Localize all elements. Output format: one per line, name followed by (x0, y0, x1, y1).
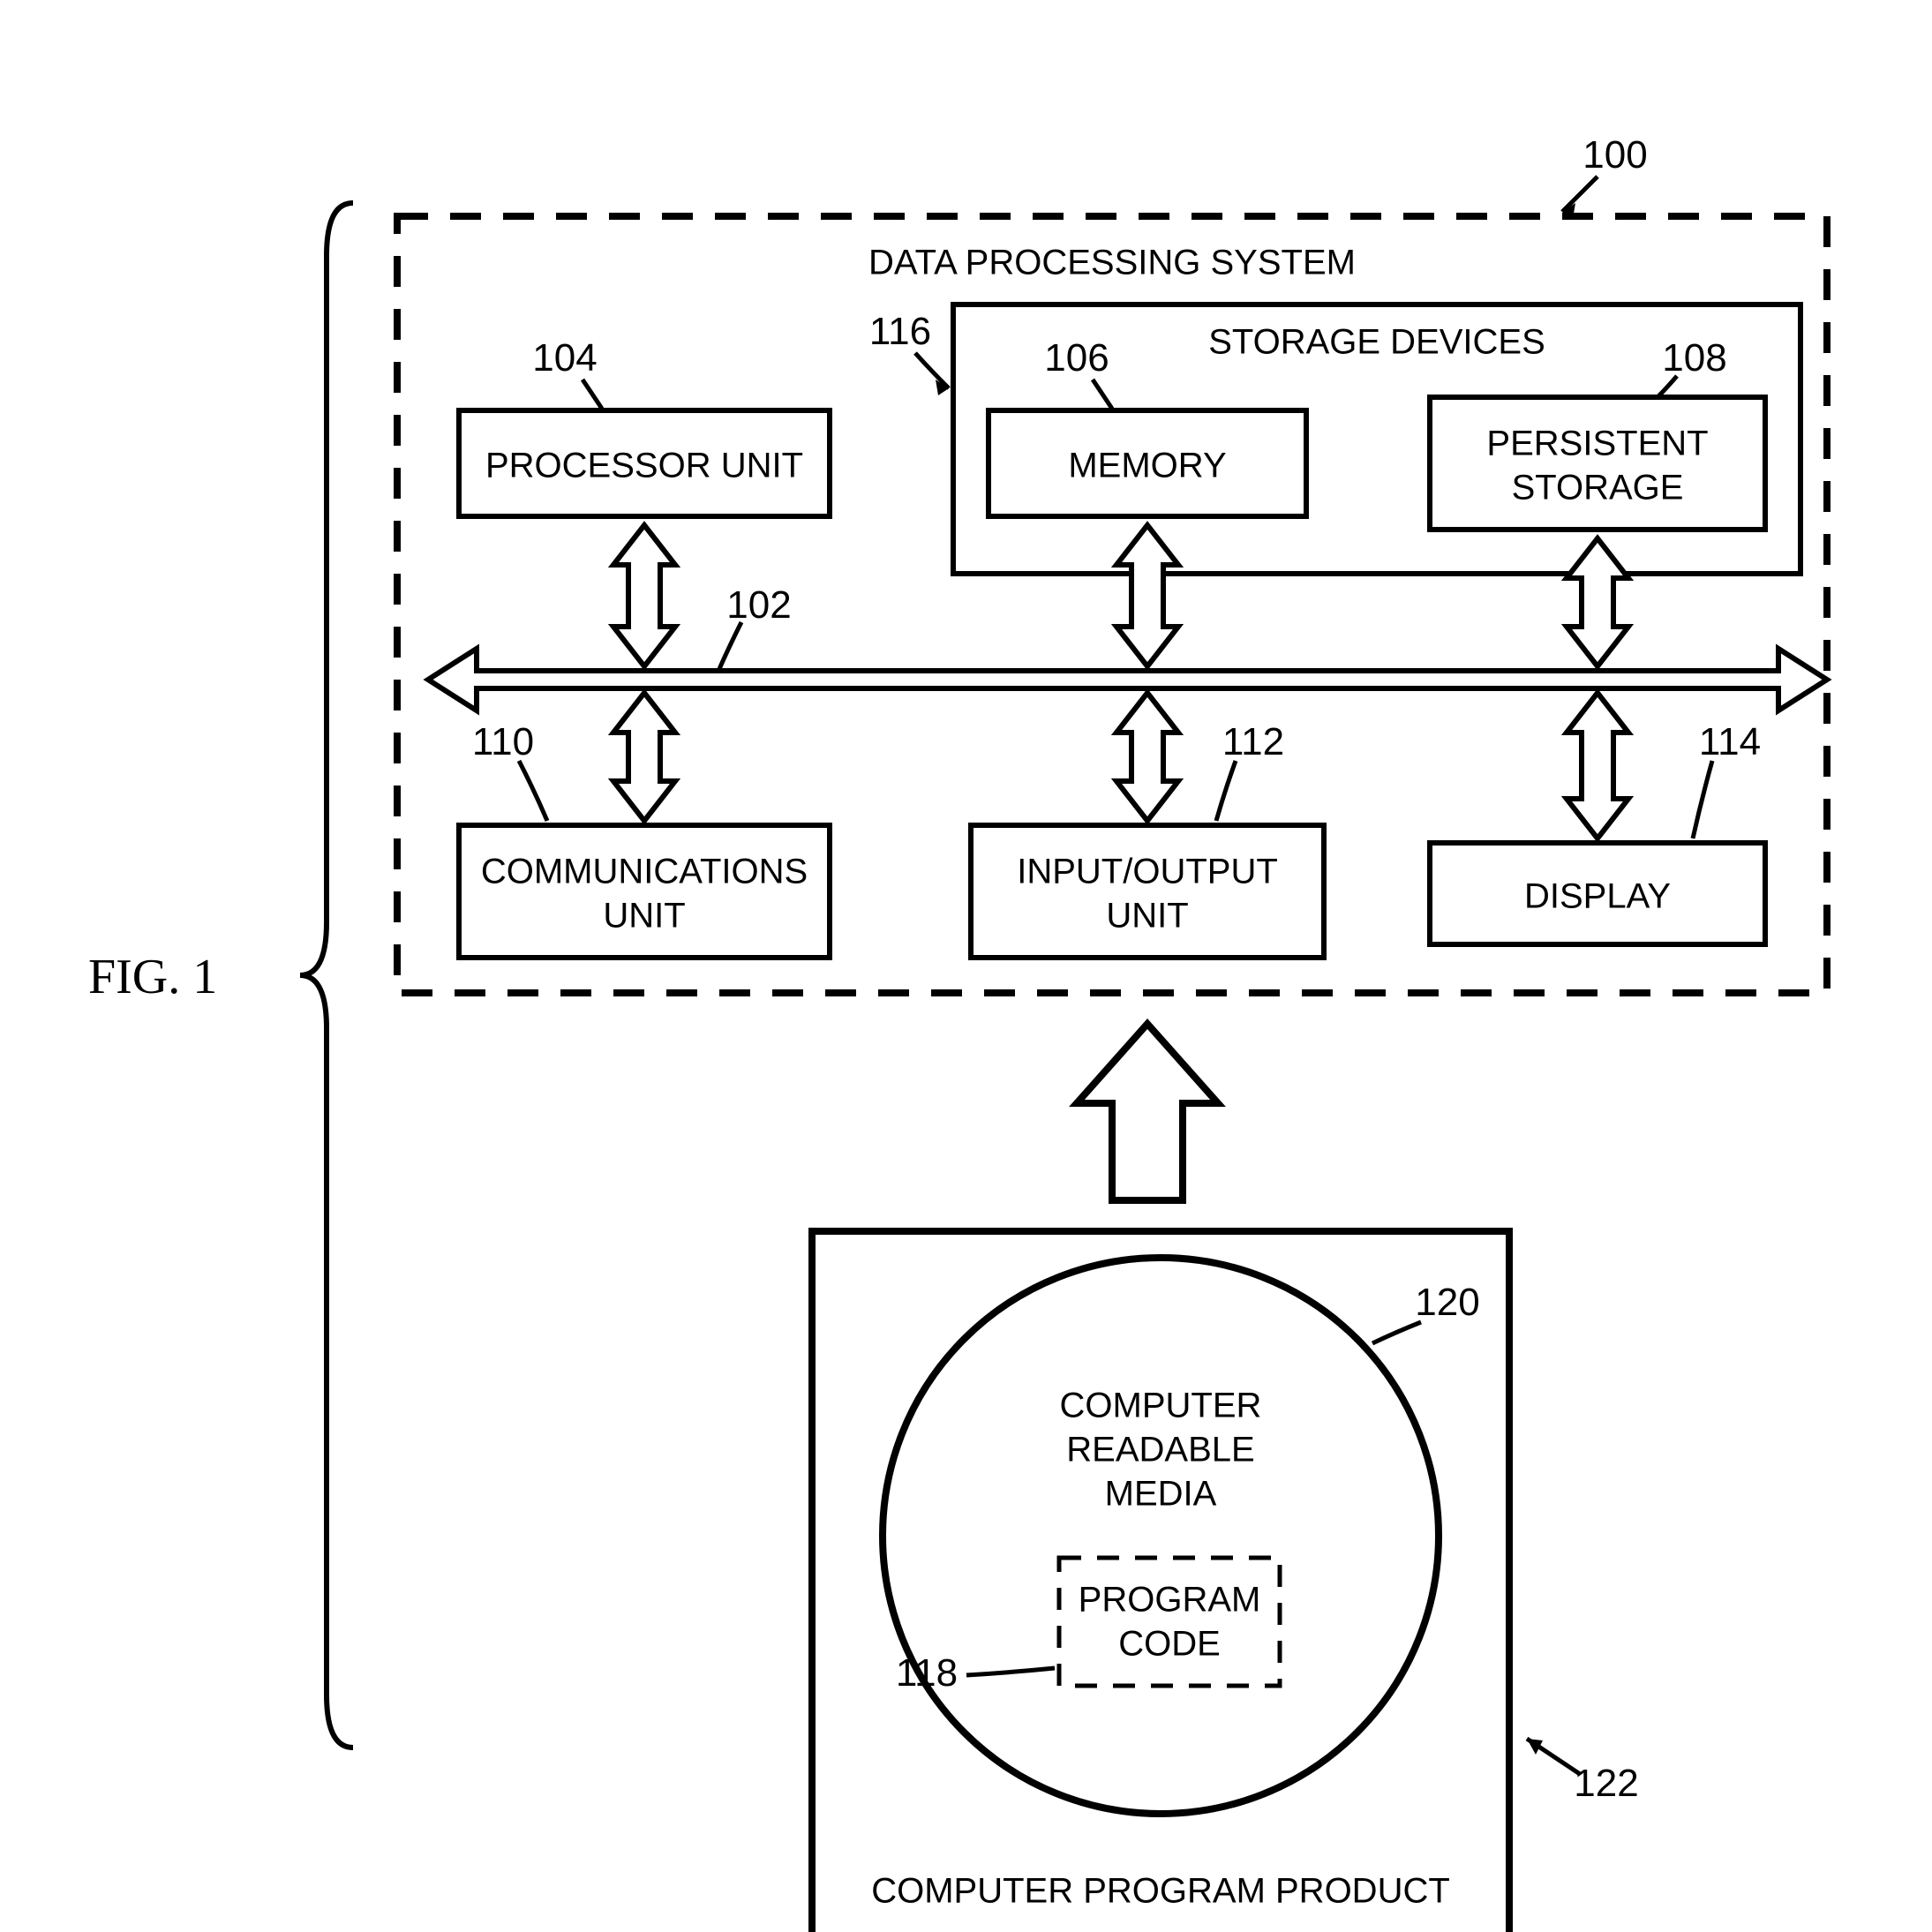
memory-label: MEMORY (1068, 447, 1226, 485)
memory-box: MEMORY (989, 410, 1306, 516)
comm-label-1: COMMUNICATIONS (481, 853, 808, 891)
media-line3: MEDIA (1105, 1475, 1217, 1514)
io-label-1: INPUT/OUTPUT (1017, 853, 1278, 891)
io-label-2: UNIT (1106, 897, 1188, 936)
ref-114: 114 (1699, 720, 1761, 763)
media-line1: COMPUTER (1060, 1387, 1262, 1425)
ref-104: 104 (532, 336, 597, 380)
arrow-display-bus (1567, 693, 1628, 838)
comm-label-2: UNIT (603, 897, 685, 936)
arrow-persistent-bus (1567, 538, 1628, 666)
ref-108: 108 (1662, 336, 1726, 380)
communications-unit-box: COMMUNICATIONS UNIT (459, 825, 830, 958)
code-line1: PROGRAM (1079, 1581, 1261, 1620)
ref-106: 106 (1044, 336, 1109, 380)
processor-label: PROCESSOR UNIT (485, 447, 803, 485)
arrow-processor-bus (613, 525, 675, 666)
ref-122: 122 (1574, 1762, 1638, 1805)
display-box: DISPLAY (1430, 843, 1765, 944)
computer-program-product: COMPUTER PROGRAM PRODUCT 122 COMPUTER RE… (812, 1231, 1639, 1932)
ref-120: 120 (1415, 1281, 1479, 1324)
ref-112: 112 (1222, 720, 1284, 763)
code-line2: CODE (1118, 1625, 1221, 1664)
ref-110: 110 (472, 720, 534, 763)
ref-118: 118 (896, 1651, 958, 1695)
product-title: COMPUTER PROGRAM PRODUCT (871, 1872, 1450, 1911)
processor-unit-box: PROCESSOR UNIT (459, 410, 830, 516)
persistent-storage-box: PERSISTENT STORAGE (1430, 397, 1765, 530)
ref-116: 116 (869, 310, 931, 353)
storage-devices-box: STORAGE DEVICES 116 MEMORY 106 PERSISTEN… (869, 304, 1800, 574)
figure-brace (300, 203, 353, 1748)
arrow-product-to-system (1077, 1024, 1218, 1200)
display-label: DISPLAY (1524, 877, 1671, 916)
diagram-root: FIG. 1 DATA PROCESSING SYSTEM 100 STORAG… (0, 0, 1932, 1932)
ref-102: 102 (726, 583, 791, 627)
media-line2: READABLE (1066, 1431, 1254, 1470)
computer-readable-media (883, 1258, 1439, 1814)
ref-100: 100 (1582, 133, 1647, 177)
figure-label: FIG. 1 (88, 950, 217, 1004)
storage-devices-title: STORAGE DEVICES (1208, 323, 1545, 362)
persistent-label-2: STORAGE (1512, 469, 1684, 507)
arrow-memory-bus (1116, 525, 1178, 666)
io-unit-box: INPUT/OUTPUT UNIT (971, 825, 1324, 958)
arrow-io-bus (1116, 693, 1178, 821)
arrow-comm-bus (613, 693, 675, 821)
system-title: DATA PROCESSING SYSTEM (868, 244, 1356, 282)
data-processing-system: DATA PROCESSING SYSTEM 100 STORAGE DEVIC… (397, 133, 1827, 993)
persistent-label-1: PERSISTENT (1486, 425, 1708, 463)
